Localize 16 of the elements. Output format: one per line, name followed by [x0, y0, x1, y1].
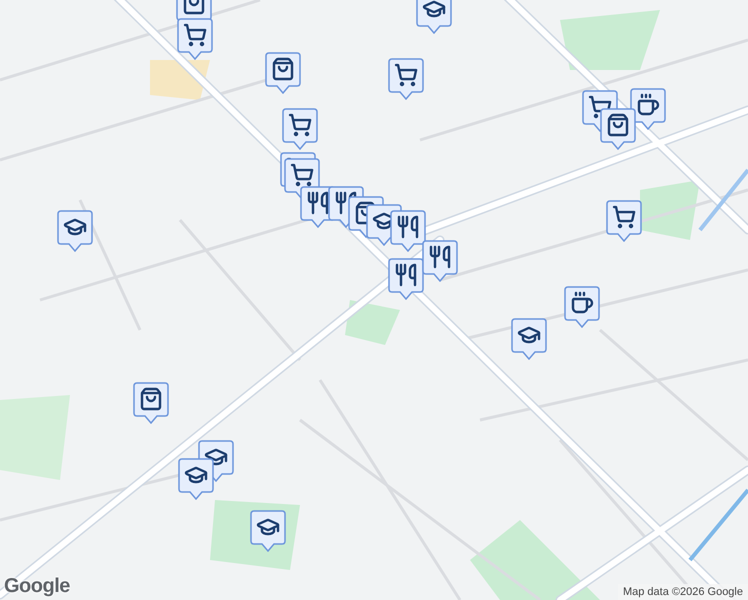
coffee-cup-icon — [570, 291, 594, 315]
fork-knife-icon — [306, 191, 330, 215]
fork-knife-icon — [334, 191, 358, 215]
shopping-bag-icon — [139, 387, 163, 411]
fork-knife-icon — [428, 245, 452, 269]
fork-knife-icon — [396, 215, 420, 239]
shopping-bag-icon — [606, 113, 630, 137]
map-logo: Google — [4, 575, 70, 598]
fork-knife-icon — [394, 263, 418, 287]
shopping-cart-icon — [288, 113, 312, 137]
shopping-bag-icon — [271, 57, 295, 81]
shopping-cart-icon — [612, 205, 636, 229]
shopping-cart-icon — [290, 163, 314, 187]
shopping-cart-icon — [183, 23, 207, 47]
shopping-cart-icon — [394, 63, 418, 87]
coffee-cup-icon — [636, 93, 660, 117]
